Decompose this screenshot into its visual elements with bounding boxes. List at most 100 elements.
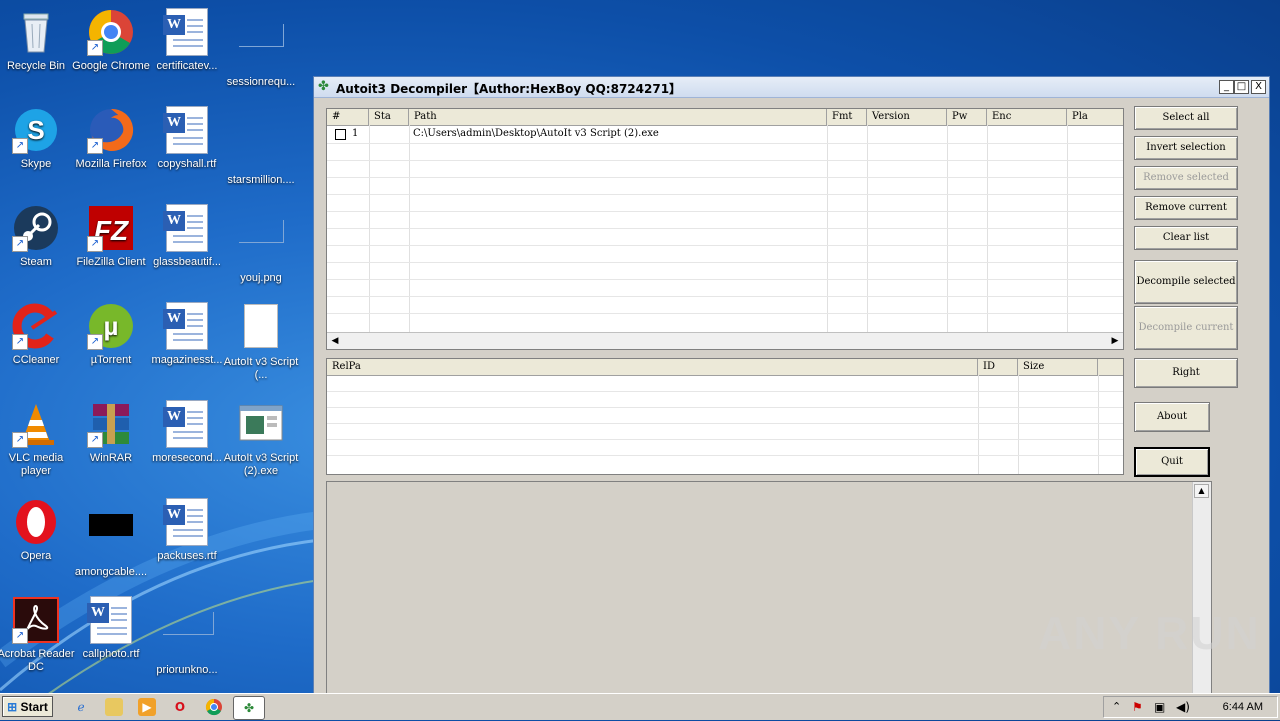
row-path: C:\Users\admin\Desktop\AutoIt v3 Script …	[413, 128, 659, 139]
file-explorer-icon[interactable]	[105, 698, 123, 716]
desktop-icon-sessionrequ[interactable]: sessionrequ...	[222, 8, 300, 89]
right-button[interactable]: Right	[1134, 358, 1238, 388]
window-title: Autoit3 Decompiler【Author:HexBoy QQ:8724…	[336, 82, 682, 96]
desktop-icon-filezilla[interactable]: FZ ↗ FileZilla Client	[72, 204, 150, 269]
word-document-icon: W	[163, 204, 211, 252]
shortcut-arrow-icon: ↗	[87, 334, 103, 350]
network-icon[interactable]: ▣	[1154, 700, 1165, 714]
title-bar[interactable]: ✤ Autoit3 Decompiler【Author:HexBoy QQ:87…	[314, 77, 1269, 98]
column-header-fmt[interactable]: Fmt	[827, 109, 867, 125]
firefox-icon: ↗	[87, 106, 135, 154]
desktop-icon-firefox[interactable]: ↗ Mozilla Firefox	[72, 106, 150, 171]
desktop-icon-skype[interactable]: S ↗ Skype	[0, 106, 75, 171]
desktop-icon-steam[interactable]: ↗ Steam	[0, 204, 75, 269]
remove-current-button[interactable]: Remove current	[1134, 196, 1238, 220]
desktop-icon-opera[interactable]: Opera	[0, 498, 75, 563]
shortcut-arrow-icon: ↗	[87, 236, 103, 252]
column-header-num[interactable]: #	[327, 109, 369, 125]
word-document-icon: W	[163, 302, 211, 350]
desktop-icon-autoit-script[interactable]: AutoIt v3 Script (...	[222, 302, 300, 382]
quit-button[interactable]: Quit	[1134, 447, 1210, 477]
about-button[interactable]: About	[1134, 402, 1210, 432]
desktop-icon-certificatev[interactable]: W certificatev...	[148, 8, 226, 73]
file-list-horizontal-scrollbar[interactable]: ◀ ▶	[327, 332, 1123, 349]
shortcut-arrow-icon: ↗	[12, 432, 28, 448]
autoit-exe-icon	[237, 400, 285, 448]
show-hidden-icons-icon[interactable]: ⌃	[1112, 700, 1121, 713]
utorrent-icon: µ ↗	[87, 302, 135, 350]
app-icon: ✤	[318, 79, 329, 94]
desktop-icon-recycle-bin[interactable]: Recycle Bin	[0, 8, 75, 73]
blank-file-icon	[237, 122, 285, 170]
desktop-icon-magazinesst[interactable]: W magazinesst...	[148, 302, 226, 367]
desktop-icon-moresecond[interactable]: W moresecond...	[148, 400, 226, 465]
file-list[interactable]: # Sta Path Fmt Version Pw Enc Pla 1 C:\U…	[326, 108, 1124, 350]
desktop-icon-winrar[interactable]: ↗ WinRAR	[72, 400, 150, 465]
desktop-icon-chrome[interactable]: ↗ Google Chrome	[72, 8, 150, 73]
desktop-icon-priorunkno[interactable]: priorunkno...	[148, 596, 226, 677]
scroll-left-icon[interactable]: ◀	[327, 333, 343, 349]
shortcut-arrow-icon: ↗	[87, 432, 103, 448]
action-center-icon[interactable]: ⚑	[1132, 700, 1143, 714]
volume-icon[interactable]: ◀)	[1176, 700, 1190, 714]
desktop-icon-glassbeautif[interactable]: W glassbeautif...	[148, 204, 226, 269]
chrome-taskbar-icon[interactable]	[205, 698, 223, 716]
decompile-selected-button[interactable]: Decompile selected	[1134, 260, 1238, 304]
output-vertical-scrollbar[interactable]: ▲	[1192, 482, 1211, 695]
invert-selection-button[interactable]: Invert selection	[1134, 136, 1238, 160]
column-header-size[interactable]: Size	[1018, 359, 1098, 375]
output-text-area[interactable]: ▲	[326, 481, 1212, 696]
chrome-icon: ↗	[87, 8, 135, 56]
svg-text:µ: µ	[104, 311, 119, 341]
desktop-icon-youj[interactable]: youj.png	[222, 204, 300, 285]
desktop-icon-utorrent[interactable]: µ ↗ µTorrent	[72, 302, 150, 367]
scroll-right-icon[interactable]: ▶	[1107, 333, 1123, 349]
internet-explorer-icon[interactable]: ℯ	[72, 698, 90, 716]
desktop-icon-vlc[interactable]: ↗ VLC media player	[0, 400, 75, 478]
select-all-button[interactable]: Select all	[1134, 106, 1238, 130]
resource-list[interactable]: RelPa ID Size	[326, 358, 1124, 475]
start-button[interactable]: ⊞ Start	[2, 696, 53, 717]
desktop-icon-autoit-script-2[interactable]: AutoIt v3 Script (2).exe	[222, 400, 300, 478]
close-button[interactable]: X	[1251, 80, 1266, 94]
row-checkbox[interactable]	[335, 129, 346, 140]
row-number: 1	[352, 128, 359, 139]
blank-file-icon	[163, 612, 214, 660]
ccleaner-icon: ↗	[12, 302, 60, 350]
column-header-path[interactable]: Path	[409, 109, 827, 125]
word-document-icon: W	[163, 400, 211, 448]
decompiler-taskbar-button[interactable]: ✤	[233, 696, 265, 720]
opera-icon	[12, 498, 60, 546]
desktop-icon-callphoto[interactable]: W callphoto.rtf	[72, 596, 150, 661]
desktop-icon-ccleaner[interactable]: ↗ CCleaner	[0, 302, 75, 367]
column-header-pw[interactable]: Pw	[947, 109, 987, 125]
winrar-icon: ↗	[87, 400, 135, 448]
desktop-icon-amongcable[interactable]: amongcable....	[72, 498, 150, 579]
clear-list-button[interactable]: Clear list	[1134, 226, 1238, 250]
shortcut-arrow-icon: ↗	[12, 236, 28, 252]
desktop-icon-starsmillion[interactable]: starsmillion....	[222, 106, 300, 187]
decompile-current-button[interactable]: Decompile current	[1134, 306, 1238, 350]
remove-selected-button[interactable]: Remove selected	[1134, 166, 1238, 190]
shortcut-arrow-icon: ↗	[87, 138, 103, 154]
column-header-id[interactable]: ID	[978, 359, 1018, 375]
media-player-icon[interactable]: ▶	[138, 698, 156, 716]
column-header-sta[interactable]: Sta	[369, 109, 409, 125]
minimize-button[interactable]: _	[1219, 80, 1234, 94]
word-document-icon: W	[87, 596, 135, 644]
desktop-icon-packuses[interactable]: W packuses.rtf	[148, 498, 226, 563]
clock[interactable]: 6:44 AM	[1223, 701, 1263, 713]
system-tray: ⌃ ⚑ ▣ ◀) 6:44 AM	[1103, 696, 1278, 718]
maximize-button[interactable]: □	[1234, 80, 1249, 94]
desktop-icon-copyshall[interactable]: W copyshall.rtf	[148, 106, 226, 171]
scroll-up-icon[interactable]: ▲	[1194, 484, 1209, 498]
column-header-relpa[interactable]: RelPa	[327, 359, 978, 375]
column-header-version[interactable]: Version	[867, 109, 947, 125]
opera-taskbar-icon[interactable]: O	[171, 698, 189, 716]
desktop-icon-acrobat[interactable]: ↗ Acrobat Reader DC	[0, 596, 75, 674]
shortcut-arrow-icon: ↗	[12, 138, 28, 154]
column-header-pla[interactable]: Pla	[1067, 109, 1123, 125]
svg-text:S: S	[27, 115, 44, 145]
black-image-file-icon	[87, 514, 135, 562]
column-header-enc[interactable]: Enc	[987, 109, 1067, 125]
